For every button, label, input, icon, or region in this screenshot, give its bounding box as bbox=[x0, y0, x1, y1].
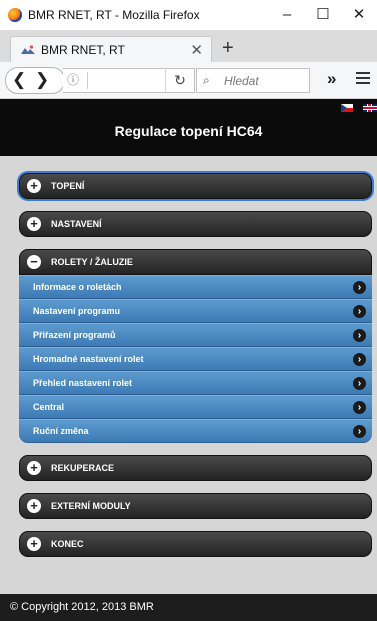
submenu-item[interactable]: Ruční změna › bbox=[19, 419, 372, 443]
cz-flag-icon[interactable] bbox=[341, 104, 353, 112]
chevron-right-icon: › bbox=[353, 424, 366, 438]
page-header: Regulace topení HC64 bbox=[0, 99, 377, 156]
chevron-right-icon: › bbox=[353, 352, 366, 366]
close-window-button[interactable]: ✕ bbox=[341, 0, 377, 30]
navigation-bar: ❮ ❯ ⓘ ↻ ⌕ Hledat » bbox=[0, 62, 377, 99]
window-titlebar: BMR RNET, RT - Mozilla Firefox – ☐ ✕ bbox=[0, 0, 377, 31]
submenu-label: Ruční změna bbox=[33, 426, 89, 436]
submenu-label: Přehled nastavení rolet bbox=[33, 378, 133, 388]
menu-konec[interactable]: + KONEC bbox=[19, 531, 372, 557]
submenu-item[interactable]: Hromadné nastavení rolet › bbox=[19, 347, 372, 371]
favicon-icon bbox=[21, 45, 35, 54]
menu-label: ROLETY / ŽALUZIE bbox=[51, 257, 133, 267]
plus-icon: + bbox=[27, 499, 41, 513]
menu-topeni[interactable]: + TOPENÍ bbox=[19, 173, 372, 199]
tab-strip: BMR RNET, RT ✕ + bbox=[0, 30, 377, 63]
window-title: BMR RNET, RT - Mozilla Firefox bbox=[28, 8, 200, 22]
tab-label: BMR RNET, RT bbox=[41, 43, 125, 57]
menu-label: EXTERNÍ MODULY bbox=[51, 501, 131, 511]
menu-rekuperace[interactable]: + REKUPERACE bbox=[19, 455, 372, 481]
chevron-right-icon: › bbox=[353, 376, 366, 390]
submenu-label: Informace o roletách bbox=[33, 282, 122, 292]
submenu-item[interactable]: Informace o roletách › bbox=[19, 275, 372, 299]
rolety-submenu: Informace o roletách › Nastavení program… bbox=[19, 275, 372, 443]
overflow-button[interactable]: » bbox=[327, 68, 336, 90]
new-tab-button[interactable]: + bbox=[222, 36, 234, 60]
menu-externi-moduly[interactable]: + EXTERNÍ MODULY bbox=[19, 493, 372, 519]
plus-icon: + bbox=[27, 537, 41, 551]
page-footer: © Copyright 2012, 2013 BMR bbox=[0, 594, 377, 621]
plus-icon: + bbox=[27, 217, 41, 231]
info-icon[interactable]: ⓘ bbox=[67, 71, 79, 89]
submenu-label: Central bbox=[33, 402, 65, 412]
menu-rolety[interactable]: − ROLETY / ŽALUZIE bbox=[19, 249, 372, 275]
submenu-label: Přiřazení programů bbox=[33, 330, 116, 340]
chevron-right-icon: › bbox=[353, 400, 366, 414]
close-tab-icon[interactable]: ✕ bbox=[190, 41, 203, 59]
reload-button[interactable]: ↻ bbox=[165, 68, 195, 93]
chevron-right-icon: › bbox=[353, 280, 366, 294]
page-content: Regulace topení HC64 + TOPENÍ + NASTAVEN… bbox=[0, 99, 377, 621]
firefox-icon bbox=[8, 8, 22, 22]
maximize-button[interactable]: ☐ bbox=[305, 0, 341, 30]
menu-label: NASTAVENÍ bbox=[51, 219, 102, 229]
menu-label: REKUPERACE bbox=[51, 463, 115, 473]
chevron-right-icon: › bbox=[353, 304, 366, 318]
url-separator bbox=[87, 72, 88, 89]
minimize-button[interactable]: – bbox=[269, 0, 305, 30]
submenu-label: Nastavení programu bbox=[33, 306, 121, 316]
plus-icon: + bbox=[27, 179, 41, 193]
back-forward-group: ❮ ❯ bbox=[5, 67, 65, 94]
submenu-item[interactable]: Central › bbox=[19, 395, 372, 419]
menu-nastaveni[interactable]: + NASTAVENÍ bbox=[19, 211, 372, 237]
plus-icon: + bbox=[27, 461, 41, 475]
search-input[interactable]: ⌕ Hledat bbox=[196, 68, 310, 93]
menu-label: KONEC bbox=[51, 539, 84, 549]
minus-icon: − bbox=[27, 255, 41, 269]
browser-tab[interactable]: BMR RNET, RT ✕ bbox=[10, 36, 212, 63]
search-placeholder: Hledat bbox=[224, 74, 259, 88]
uk-flag-icon[interactable] bbox=[363, 104, 377, 112]
hamburger-menu-icon[interactable] bbox=[356, 69, 370, 89]
page-title: Regulace topení HC64 bbox=[114, 123, 263, 139]
search-icon: ⌕ bbox=[203, 73, 210, 87]
submenu-label: Hromadné nastavení rolet bbox=[33, 354, 144, 364]
chevron-right-icon: › bbox=[353, 328, 366, 342]
submenu-item[interactable]: Přiřazení programů › bbox=[19, 323, 372, 347]
menu-label: TOPENÍ bbox=[51, 181, 85, 191]
forward-button[interactable]: ❯ bbox=[35, 69, 49, 91]
back-button[interactable]: ❮ bbox=[12, 69, 26, 91]
submenu-item[interactable]: Nastavení programu › bbox=[19, 299, 372, 323]
main-menu: + TOPENÍ + NASTAVENÍ − ROLETY / ŽALUZIE … bbox=[19, 173, 372, 569]
submenu-item[interactable]: Přehled nastavení rolet › bbox=[19, 371, 372, 395]
